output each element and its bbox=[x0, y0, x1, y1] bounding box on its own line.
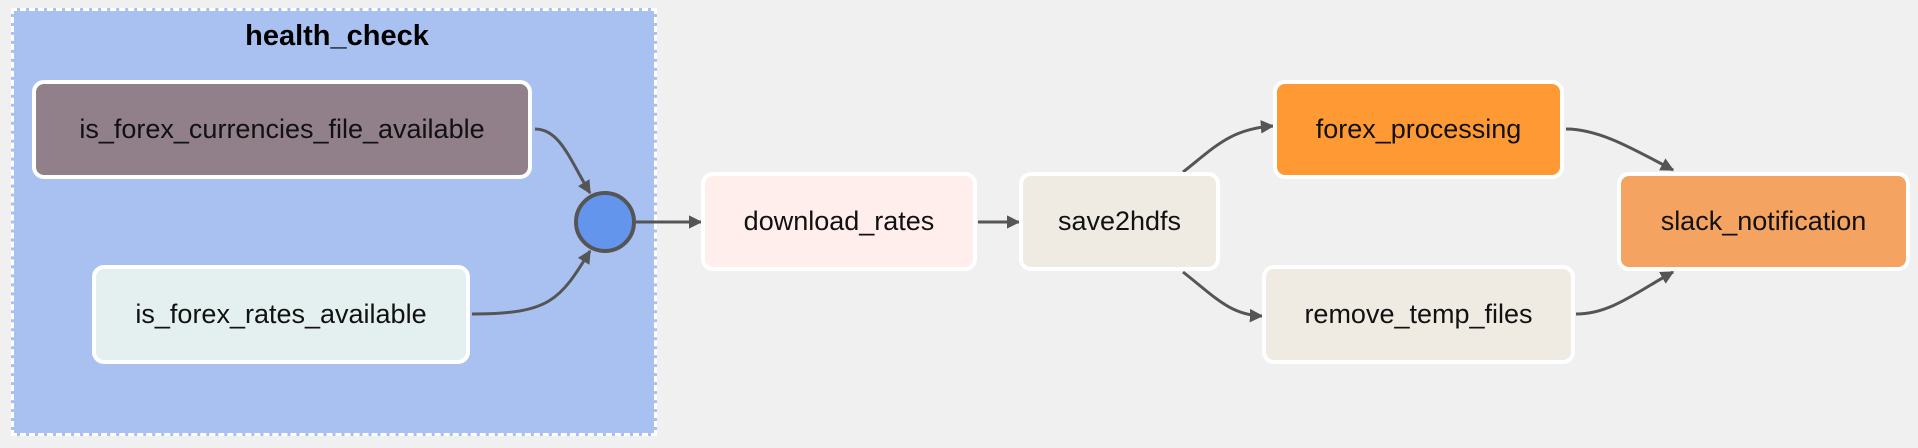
task-remove-temp-files[interactable]: remove_temp_files bbox=[1262, 265, 1575, 364]
task-slack-notification[interactable]: slack_notification bbox=[1617, 172, 1910, 271]
edge-currencies-to-join bbox=[534, 127, 592, 195]
edge-save2hdfs-to-remove-temp-files bbox=[1182, 270, 1264, 323]
edge-remove-temp-files-to-slack bbox=[1575, 270, 1675, 316]
task-is-forex-rates-available[interactable]: is_forex_rates_available bbox=[92, 265, 470, 364]
task-download-rates[interactable]: download_rates bbox=[701, 172, 977, 271]
dag-graph: health_check is_forex_currencies_file_av… bbox=[0, 0, 1918, 448]
task-is-forex-currencies-file-available[interactable]: is_forex_currencies_file_available bbox=[32, 80, 532, 179]
task-label: remove_temp_files bbox=[1304, 299, 1533, 329]
task-label: forex_processing bbox=[1315, 114, 1522, 144]
task-label: is_forex_rates_available bbox=[135, 299, 427, 329]
edge-forex-processing-to-slack bbox=[1565, 127, 1675, 172]
edge-save2hdfs-to-forex-processing bbox=[1182, 120, 1275, 174]
task-label: slack_notification bbox=[1660, 206, 1867, 236]
task-label: is_forex_currencies_file_available bbox=[79, 114, 485, 144]
task-label: download_rates bbox=[743, 206, 935, 236]
task-save2hdfs[interactable]: save2hdfs bbox=[1019, 172, 1220, 271]
join-node[interactable] bbox=[574, 191, 636, 253]
task-label: save2hdfs bbox=[1057, 206, 1182, 236]
edge-rates-to-join bbox=[471, 249, 592, 316]
task-forex-processing[interactable]: forex_processing bbox=[1273, 80, 1564, 179]
